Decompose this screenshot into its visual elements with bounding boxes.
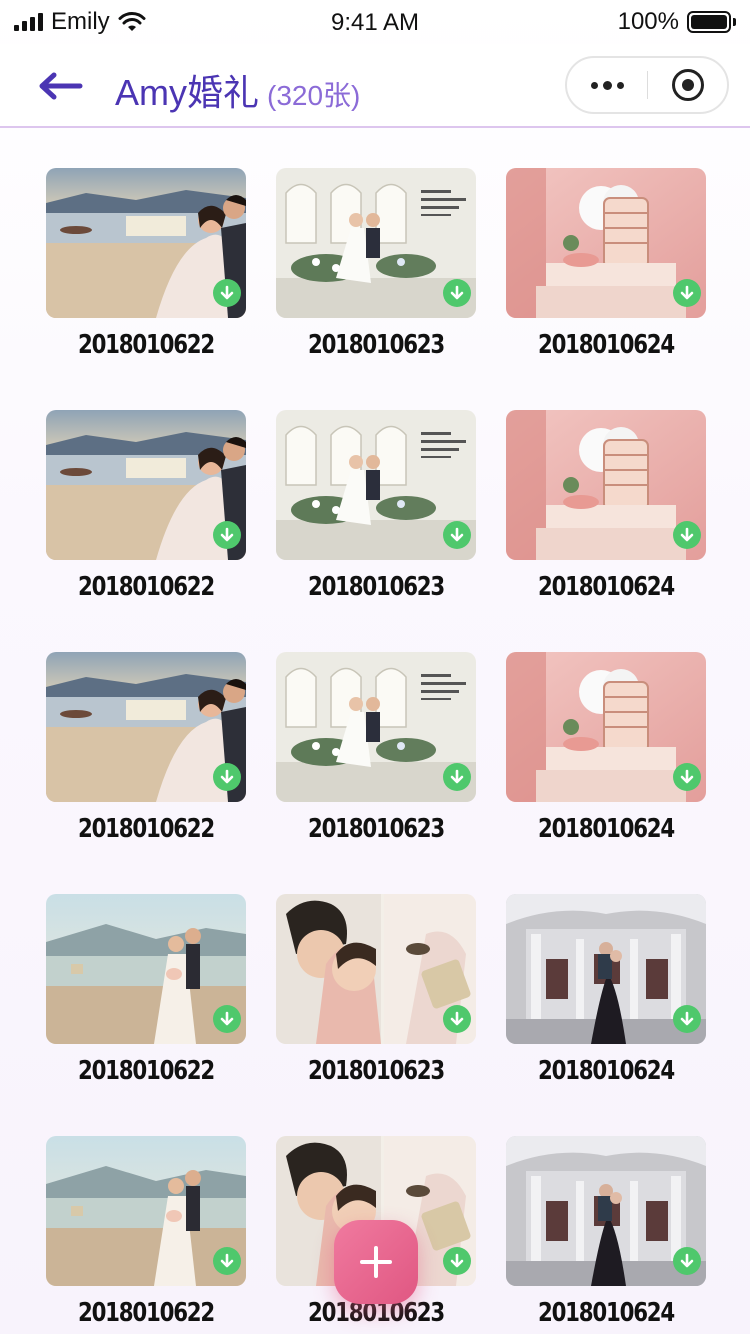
carrier-name: Emily [51,8,110,35]
wifi-icon [118,12,146,31]
nav-header: Amy婚礼 (320张) [0,44,750,128]
status-right: 100% [618,8,736,36]
download-button[interactable] [673,279,701,307]
photo-card[interactable]: 2018010622 [46,410,246,602]
download-arrow-icon [680,769,694,784]
download-button[interactable] [673,1005,701,1033]
back-button[interactable] [36,66,92,106]
battery-icon [687,11,736,33]
photo-caption: 2018010622 [77,1298,215,1328]
download-arrow-icon [450,769,464,784]
photo-caption: 2018010622 [77,814,215,844]
photo-thumbnail[interactable] [506,410,706,560]
photo-caption: 2018010623 [307,814,445,844]
download-arrow-icon [680,285,694,300]
photo-caption: 2018010624 [537,1056,675,1086]
download-arrow-icon [680,1011,694,1026]
download-button[interactable] [673,521,701,549]
photo-caption: 2018010622 [77,330,215,360]
photo-card[interactable]: 2018010623 [276,894,476,1086]
photo-count: (320张) [267,80,361,111]
download-arrow-icon [450,527,464,542]
download-arrow-icon [220,769,234,784]
photo-card[interactable]: 2018010624 [506,652,706,844]
download-button[interactable] [443,521,471,549]
photo-caption: 2018010623 [307,1056,445,1086]
status-left: Emily [14,8,146,36]
download-arrow-icon [220,527,234,542]
add-photo-button[interactable] [334,1220,418,1304]
photo-card[interactable]: 2018010623 [276,168,476,360]
download-arrow-icon [680,1253,694,1268]
download-button[interactable] [673,763,701,791]
more-dots-icon [590,81,598,89]
photo-caption: 2018010624 [537,1298,675,1328]
photo-caption: 2018010624 [537,814,675,844]
target-circle-icon [671,69,704,101]
photo-card[interactable]: 2018010622 [46,1136,246,1328]
photo-thumbnail[interactable] [506,1136,706,1286]
download-button[interactable] [213,763,241,791]
download-button[interactable] [213,521,241,549]
photo-card[interactable]: 2018010622 [46,894,246,1086]
mini-program-capsule [565,56,729,114]
photo-caption: 2018010624 [537,572,675,602]
photo-card[interactable]: 2018010624 [506,168,706,360]
photo-thumbnail[interactable] [506,168,706,318]
photo-thumbnail[interactable] [46,894,246,1044]
photo-card[interactable]: 2018010624 [506,1136,706,1328]
download-arrow-icon [450,1253,464,1268]
download-button[interactable] [213,279,241,307]
close-button[interactable] [648,58,727,112]
photo-caption: 2018010623 [307,330,445,360]
photo-card[interactable]: 2018010622 [46,168,246,360]
photo-thumbnail[interactable] [276,410,476,560]
download-button[interactable] [443,1247,471,1275]
photo-thumbnail[interactable] [506,652,706,802]
arrow-left-icon [39,72,83,100]
page-title: Amy婚礼 (320张) [115,64,360,116]
more-button[interactable] [567,58,647,112]
download-button[interactable] [213,1247,241,1275]
battery-percent: 100% [617,8,679,35]
download-arrow-icon [450,1011,464,1026]
download-arrow-icon [680,527,694,542]
photo-card[interactable]: 2018010624 [506,894,706,1086]
photo-thumbnail[interactable] [46,410,246,560]
download-button[interactable] [673,1247,701,1275]
download-button[interactable] [213,1005,241,1033]
photo-card[interactable]: 2018010622 [46,652,246,844]
status-bar: Emily 9:41 AM 100% [0,0,750,44]
photo-caption: 2018010624 [537,330,675,360]
download-arrow-icon [220,285,234,300]
album-title: Amy婚礼 [115,72,260,113]
download-arrow-icon [220,1011,234,1026]
plus-icon [360,1246,392,1278]
photo-card[interactable]: 2018010624 [506,410,706,602]
photo-card[interactable]: 2018010623 [276,410,476,602]
photo-caption: 2018010622 [77,1056,215,1086]
signal-icon [14,13,43,31]
photo-card[interactable]: 2018010623 [276,652,476,844]
download-button[interactable] [443,763,471,791]
photo-thumbnail[interactable] [276,894,476,1044]
photo-thumbnail[interactable] [46,652,246,802]
photo-thumbnail[interactable] [46,1136,246,1286]
download-button[interactable] [443,1005,471,1033]
photo-thumbnail[interactable] [276,168,476,318]
photo-thumbnail[interactable] [506,894,706,1044]
download-button[interactable] [443,279,471,307]
download-arrow-icon [450,285,464,300]
download-arrow-icon [220,1253,234,1268]
photo-caption: 2018010623 [307,572,445,602]
photo-thumbnail[interactable] [276,652,476,802]
photo-caption: 2018010622 [77,572,215,602]
photo-thumbnail[interactable] [46,168,246,318]
